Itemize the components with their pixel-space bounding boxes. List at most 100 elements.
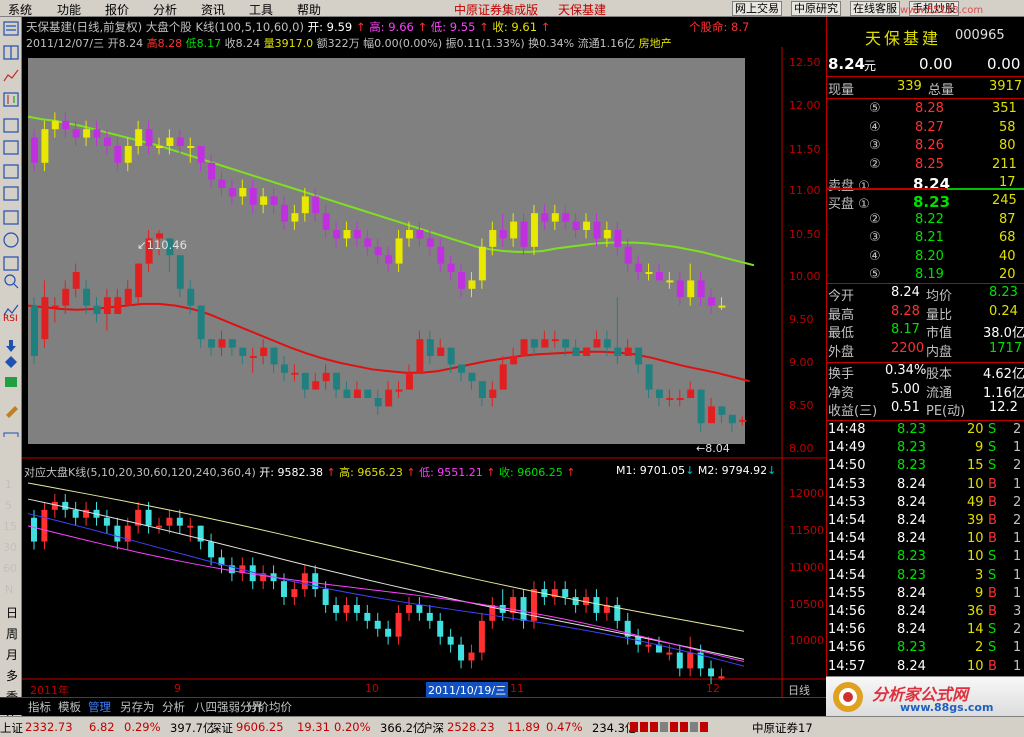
- watermark-text: www.55158.com: [900, 5, 984, 16]
- tick-count: 1: [1013, 567, 1022, 583]
- lower-axis-label: 12000: [789, 487, 824, 500]
- stat-value: 5.00: [891, 381, 920, 397]
- tick-volume: 36: [967, 604, 984, 619]
- tab-indicator[interactable]: 指标: [26, 699, 53, 715]
- upper-candle-body: [676, 280, 684, 298]
- tab-template[interactable]: 模板: [56, 699, 83, 715]
- period-15[interactable]: 15: [3, 520, 17, 533]
- sz-chg: 19.31: [297, 720, 330, 734]
- market-candle-body: [645, 644, 652, 647]
- market-candle-body: [520, 597, 527, 621]
- lower-chart-header: 对应大盘K线(5,10,20,30,60,120,240,360,4) 开: 9…: [24, 466, 576, 479]
- menu-analysis[interactable]: 分析: [153, 1, 177, 18]
- quote-title: 天保基建 000965: [827, 17, 1024, 50]
- menu-system[interactable]: 系统: [8, 1, 32, 18]
- sz-index: 9606.25: [236, 720, 284, 734]
- period-multi[interactable]: 多: [4, 667, 20, 684]
- upper-candle-body: [603, 230, 611, 239]
- sell-level-label: ②: [869, 156, 881, 172]
- tick-volume: 3: [975, 567, 984, 583]
- upper-candle-body: [687, 280, 695, 298]
- upper-candle-body: [62, 120, 70, 130]
- menu-tools[interactable]: 工具: [249, 1, 273, 18]
- period-1[interactable]: 1: [5, 478, 12, 491]
- axis-label: 12.50: [789, 56, 821, 69]
- lower-band-candle-body: [562, 339, 570, 348]
- period-day[interactable]: 日: [4, 604, 20, 621]
- quote-panel: 天保基建 000965 8.24 元 0.00 0.00 现量 339 总量 3…: [826, 17, 1024, 719]
- tick-time: 14:54: [828, 549, 866, 565]
- stat-row: 今开 8.24 均价 8.23: [827, 285, 1024, 304]
- period-week[interactable]: 周: [4, 625, 20, 642]
- quote-pct: 0.00: [987, 55, 1021, 73]
- upper-candle-body: [260, 196, 268, 205]
- tick-price: 8.24: [897, 658, 926, 674]
- stat-row: 外盘 2200 内盘 1717: [827, 341, 1024, 360]
- stat-label: 今开: [828, 289, 855, 304]
- axis-label: 9.00: [789, 356, 814, 369]
- period-30[interactable]: 30: [3, 541, 17, 554]
- period-month[interactable]: 月: [4, 646, 20, 663]
- tick-side: B: [988, 531, 997, 547]
- stat-value: 0.24: [989, 303, 1018, 319]
- tick-time: 14:54: [828, 513, 866, 528]
- tick-time: 14:50: [828, 458, 866, 474]
- toolbar-icons: RSI: [3, 21, 19, 437]
- market-candle-body: [405, 604, 412, 613]
- upper-candle-body: [614, 230, 622, 247]
- upper-candle-body: [447, 263, 455, 272]
- upper-candle-body: [208, 162, 216, 180]
- lower-band-candle-body: [718, 406, 726, 415]
- lower-band-candle-body: [458, 364, 466, 373]
- market-candle-body: [437, 620, 444, 637]
- market-candle-body: [51, 501, 58, 510]
- list-icon: [3, 21, 19, 36]
- period-n[interactable]: N: [5, 583, 13, 596]
- sell-price: 8.28: [915, 101, 944, 116]
- lower-band-candle-body: [333, 372, 341, 390]
- lower-band-candle-body: [541, 339, 549, 348]
- lower-axis-label: 11000: [789, 561, 824, 574]
- lower-band-candle-body: [708, 406, 716, 424]
- tick-price: 8.24: [897, 476, 926, 492]
- tick-volume: 10: [967, 531, 984, 547]
- online-trade-button[interactable]: 网上交易: [732, 1, 782, 16]
- axis-label: 11.00: [789, 184, 821, 197]
- tick-side: B: [988, 476, 997, 492]
- period-5[interactable]: 5: [5, 499, 12, 512]
- date-sep: 9: [174, 682, 181, 695]
- lower-band-candle-body: [218, 339, 226, 348]
- menu-quote[interactable]: 报价: [105, 1, 129, 18]
- indicator-tabs: 指标 模板 管理 另存为 分析 八四强弱分界 分价均价: [0, 697, 826, 715]
- buy-order-row: ③ 8.21 68: [827, 230, 1024, 248]
- stat-label: 换手: [828, 366, 855, 382]
- upper-candle-body: [718, 305, 726, 308]
- market-candle-body: [31, 517, 37, 542]
- tick-side: S: [988, 567, 997, 583]
- app-title: 中原证券集成版: [454, 3, 539, 17]
- upper-candle-body: [666, 280, 674, 283]
- customer-service-button[interactable]: 在线客服: [850, 1, 900, 16]
- period-60[interactable]: 60: [3, 562, 17, 575]
- lower-band-candle-body: [260, 347, 268, 356]
- tab-manage[interactable]: 管理: [86, 699, 113, 715]
- lower-band-candle-body: [291, 372, 299, 375]
- tab-save-as[interactable]: 另存为: [118, 699, 157, 715]
- tab-analysis[interactable]: 分析: [160, 699, 187, 715]
- axis-label: 12.00: [789, 99, 821, 112]
- trend-icon: [3, 69, 19, 82]
- sell-volume: 351: [992, 101, 1017, 116]
- move-icon: [5, 356, 17, 368]
- menu-help[interactable]: 帮助: [297, 1, 321, 18]
- menu-info[interactable]: 资讯: [201, 1, 225, 18]
- market-candle-body: [114, 525, 121, 542]
- chart-area[interactable]: 天保基建(日线,前复权) 大盘个股 K线(100,5,10,60,0) 开: 9…: [22, 17, 826, 698]
- upper-candle-body: [426, 238, 434, 247]
- research-button[interactable]: 中原研究: [791, 1, 841, 16]
- tick-time: 14:56: [828, 622, 866, 638]
- sell-order-row: ④ 8.27 58: [827, 120, 1024, 138]
- lower-band-candle-body: [124, 288, 132, 306]
- tab-price-avg[interactable]: 分价均价: [244, 699, 294, 715]
- menu-function[interactable]: 功能: [57, 1, 81, 18]
- market-candle-body: [687, 652, 694, 669]
